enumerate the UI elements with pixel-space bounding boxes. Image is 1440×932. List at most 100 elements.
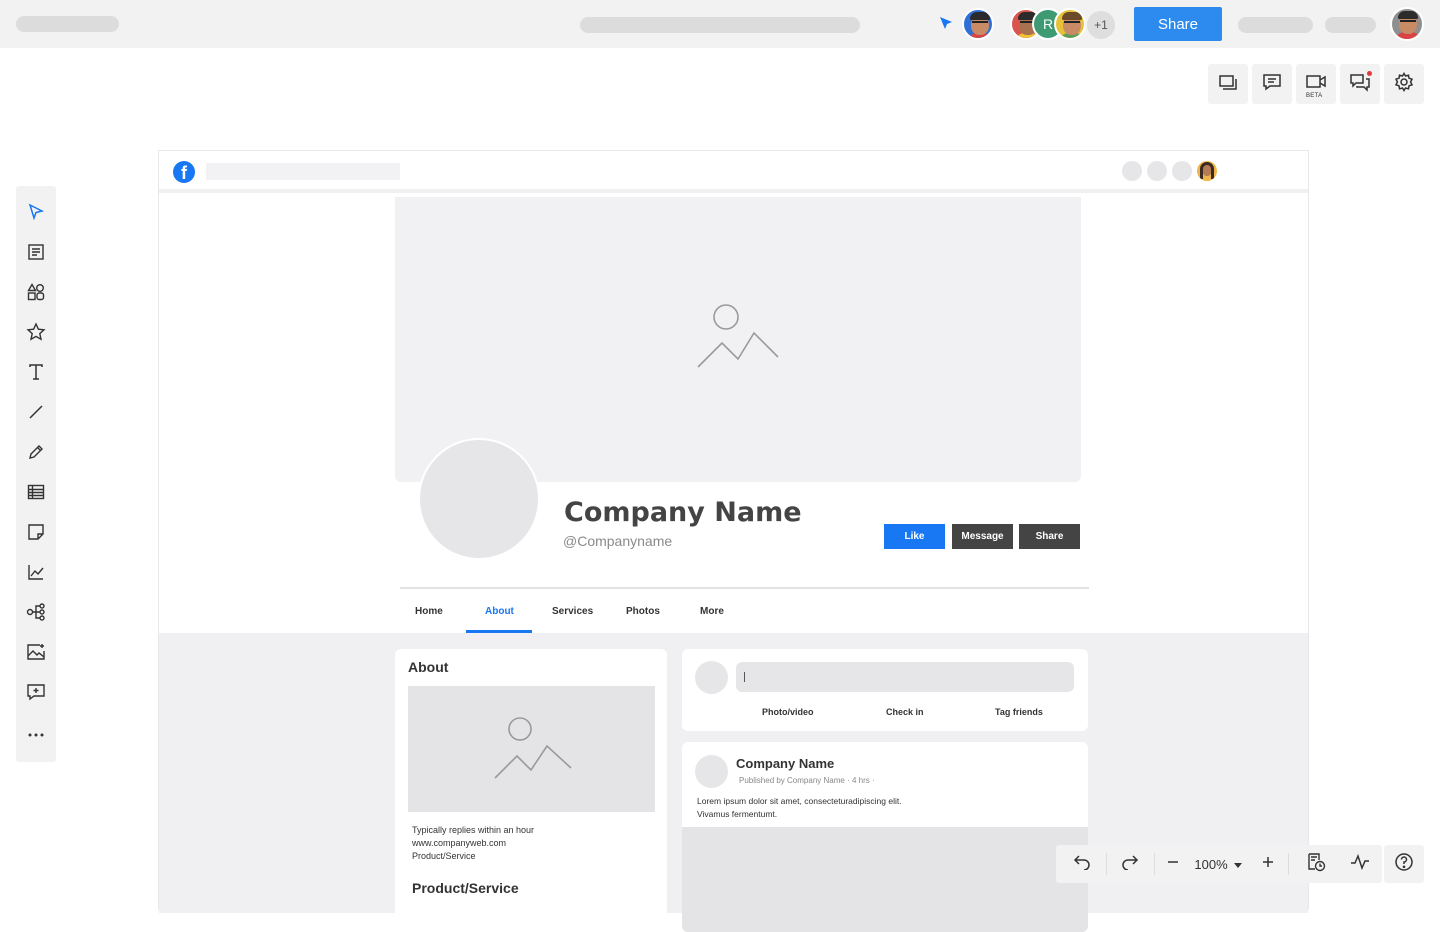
check-in-action[interactable]: Check in bbox=[886, 707, 924, 717]
tab-services[interactable]: Services bbox=[552, 606, 593, 617]
pencil-tool[interactable] bbox=[24, 442, 48, 466]
document-tool[interactable] bbox=[24, 242, 48, 266]
history-button[interactable] bbox=[1296, 845, 1336, 883]
company-name: Company Name bbox=[564, 497, 802, 528]
zoom-level-dropdown[interactable]: 100% bbox=[1192, 845, 1244, 883]
mockup-nav-dot bbox=[1172, 161, 1192, 181]
add-comment-tool[interactable] bbox=[24, 682, 48, 706]
pencil-icon bbox=[27, 443, 45, 466]
line-tool[interactable] bbox=[24, 402, 48, 426]
message-button[interactable]: Message bbox=[952, 524, 1013, 549]
history-icon bbox=[1306, 852, 1326, 877]
menu-placeholder[interactable] bbox=[1238, 17, 1313, 33]
post-text-line: Vivamus fermentumt. bbox=[697, 809, 778, 819]
plus-icon bbox=[1262, 855, 1274, 873]
canvas-frame[interactable]: f Company Name @Companyname Like Message… bbox=[158, 150, 1309, 932]
document-title-placeholder[interactable] bbox=[580, 17, 860, 33]
profile-picture-placeholder bbox=[418, 438, 540, 560]
select-tool[interactable] bbox=[24, 202, 48, 226]
company-handle: @Companyname bbox=[563, 533, 673, 549]
star-tool[interactable] bbox=[24, 321, 48, 347]
redo-icon bbox=[1121, 854, 1139, 875]
present-icon bbox=[1218, 72, 1238, 97]
facebook-logo: f bbox=[173, 161, 195, 183]
chat-button[interactable] bbox=[1340, 64, 1380, 104]
avatar bbox=[695, 661, 728, 694]
avatar bbox=[1197, 161, 1217, 181]
more-icon bbox=[27, 725, 45, 743]
chevron-down-icon bbox=[1233, 855, 1242, 873]
zoom-in-button[interactable] bbox=[1255, 845, 1281, 883]
post-meta: Published by Company Name · 4 hrs · bbox=[739, 776, 875, 785]
image-placeholder-icon bbox=[493, 716, 573, 785]
like-button[interactable]: Like bbox=[884, 524, 945, 549]
mockup-navbar: f bbox=[159, 151, 1308, 193]
chart-icon bbox=[27, 563, 45, 586]
image-placeholder-icon bbox=[696, 303, 780, 374]
share-button[interactable]: Share bbox=[1134, 7, 1222, 41]
redo-button[interactable] bbox=[1110, 845, 1150, 883]
post-author[interactable]: Company Name bbox=[736, 756, 834, 771]
menu-placeholder[interactable] bbox=[1325, 17, 1376, 33]
select-icon bbox=[27, 203, 45, 226]
cursor-icon bbox=[939, 16, 953, 35]
zoom-out-button[interactable] bbox=[1160, 845, 1186, 883]
about-category: Product/Service bbox=[412, 851, 476, 861]
zoom-toolbar: 100% bbox=[1056, 845, 1382, 883]
post-text-line: Lorem ipsum dolor sit amet, consectetura… bbox=[697, 796, 902, 806]
tab-home[interactable]: Home bbox=[415, 606, 443, 617]
sticky-note-tool[interactable] bbox=[24, 522, 48, 546]
photo-video-action[interactable]: Photo/video bbox=[762, 707, 814, 717]
comment-icon bbox=[1262, 72, 1282, 97]
undo-button[interactable] bbox=[1062, 845, 1102, 883]
settings-button[interactable] bbox=[1384, 64, 1424, 104]
tab-about[interactable]: About bbox=[485, 606, 514, 617]
app-header: R +1 Share bbox=[0, 0, 1440, 48]
comment-button[interactable] bbox=[1252, 64, 1292, 104]
left-toolbar bbox=[16, 186, 56, 762]
image-icon bbox=[26, 643, 46, 666]
avatar bbox=[695, 755, 728, 788]
more-tools-button[interactable] bbox=[24, 722, 48, 746]
post-image-placeholder bbox=[682, 827, 1088, 932]
activity-button[interactable] bbox=[1340, 845, 1380, 883]
about-response-time: Typically replies within an hour bbox=[412, 825, 535, 835]
add-comment-icon bbox=[26, 683, 46, 706]
help-icon bbox=[1394, 852, 1414, 877]
line-icon bbox=[27, 403, 45, 426]
post-composer: Photo/video Check in Tag friends bbox=[682, 649, 1088, 731]
tab-photos[interactable]: Photos bbox=[626, 606, 660, 617]
mockup-nav-dot bbox=[1122, 161, 1142, 181]
gear-icon bbox=[1394, 71, 1414, 97]
star-icon bbox=[26, 321, 46, 347]
cover-photo-placeholder bbox=[395, 197, 1081, 482]
about-website[interactable]: www.companyweb.com bbox=[412, 837, 506, 850]
undo-icon bbox=[1073, 854, 1091, 875]
table-tool[interactable] bbox=[24, 482, 48, 506]
help-button[interactable] bbox=[1384, 845, 1424, 883]
page-share-button[interactable]: Share bbox=[1019, 524, 1080, 549]
chart-tool[interactable] bbox=[24, 562, 48, 586]
composer-input[interactable] bbox=[736, 662, 1074, 692]
mockup-nav-dot bbox=[1147, 161, 1167, 181]
about-title: About bbox=[408, 659, 449, 675]
mindmap-tool[interactable] bbox=[24, 602, 48, 626]
about-card: About Typically replies within an hour w… bbox=[395, 649, 667, 919]
image-tool[interactable] bbox=[24, 642, 48, 666]
shapes-icon bbox=[27, 282, 45, 306]
shapes-tool[interactable] bbox=[24, 282, 48, 306]
product-service-title: Product/Service bbox=[412, 880, 519, 896]
table-icon bbox=[27, 483, 45, 506]
tab-more[interactable]: More bbox=[700, 606, 724, 617]
avatar[interactable] bbox=[1054, 8, 1086, 40]
file-name-placeholder[interactable] bbox=[16, 16, 119, 32]
tag-friends-action[interactable]: Tag friends bbox=[995, 707, 1043, 717]
more-collaborators-badge[interactable]: +1 bbox=[1085, 9, 1117, 41]
avatar[interactable] bbox=[1390, 7, 1424, 41]
video-button[interactable]: BETA bbox=[1296, 64, 1336, 104]
present-button[interactable] bbox=[1208, 64, 1248, 104]
text-tool[interactable] bbox=[24, 362, 48, 386]
page-header: Company Name @Companyname Like Message S… bbox=[159, 197, 1308, 633]
avatar[interactable] bbox=[962, 8, 994, 40]
mockup-search-placeholder bbox=[206, 163, 400, 180]
